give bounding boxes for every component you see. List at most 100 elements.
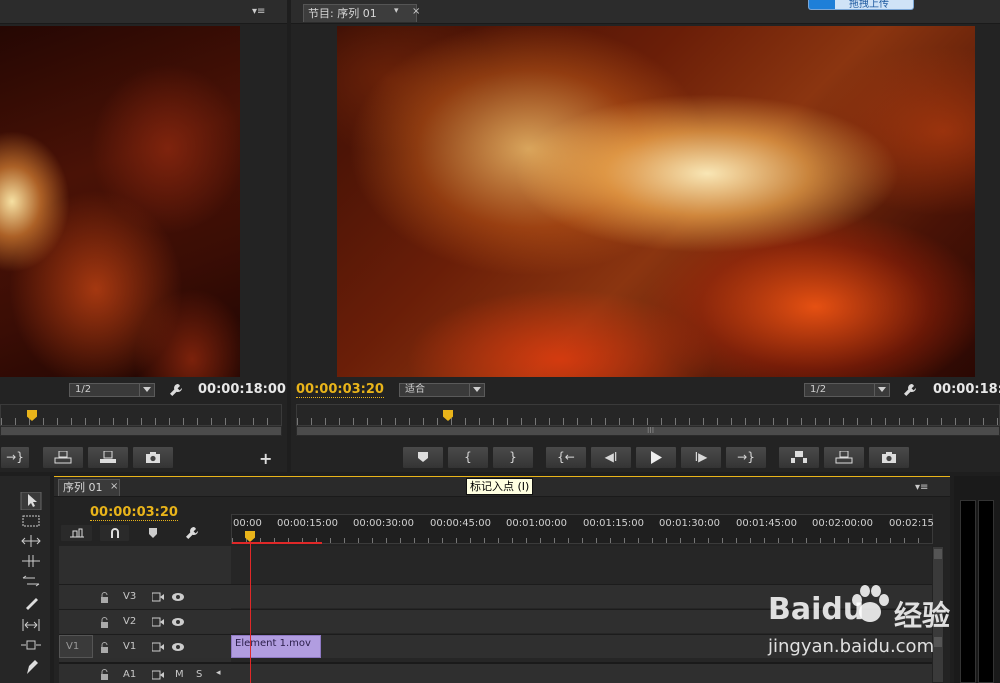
mark-in-tooltip: 标记入点 (I) xyxy=(466,478,534,495)
marker-icon xyxy=(418,452,428,462)
ruler-label: 00:01:00:00 xyxy=(506,518,568,529)
extract-button[interactable] xyxy=(823,446,865,469)
voiceover-icon[interactable]: ◂ xyxy=(216,668,221,678)
track-select-tool-icon[interactable] xyxy=(19,512,43,530)
ruler-label: 00:02:15 xyxy=(889,518,934,529)
eye-icon[interactable] xyxy=(171,592,185,602)
sync-lock-icon[interactable] xyxy=(152,642,164,652)
source-patch-v1: V1 xyxy=(66,641,80,652)
program-scrubber[interactable] xyxy=(296,404,1000,426)
tab-close-icon[interactable]: × xyxy=(110,481,118,492)
program-zoom-value: 1/2 xyxy=(810,384,827,395)
add-button-icon[interactable]: + xyxy=(259,449,272,468)
program-fit-value: 适合 xyxy=(405,384,425,395)
clip-element-1[interactable]: Element 1.mov xyxy=(231,635,321,658)
go-to-out-button[interactable]: →} xyxy=(0,446,30,469)
linked-selection-button[interactable] xyxy=(99,524,130,542)
tab-dropdown-icon[interactable]: ▾ xyxy=(394,6,399,16)
program-zoom-select[interactable]: 1/2 xyxy=(804,383,890,397)
selection-tool-icon[interactable] xyxy=(19,492,43,510)
lock-icon[interactable] xyxy=(100,617,109,628)
pen-tool-icon[interactable] xyxy=(19,658,43,676)
wrench-icon[interactable] xyxy=(185,526,199,540)
program-fit-select[interactable]: 适合 xyxy=(399,383,485,397)
camera-icon xyxy=(146,452,160,463)
source-video-frame xyxy=(0,26,240,377)
step-forward-button[interactable]: I▶ xyxy=(680,446,722,469)
lock-icon[interactable] xyxy=(100,669,109,680)
tab-close-icon[interactable]: × xyxy=(412,6,420,17)
source-zoom-select[interactable]: 1/2 xyxy=(69,383,155,397)
program-video-frame xyxy=(337,26,975,377)
tab-program-sequence[interactable]: 节目: 序列 01 xyxy=(303,4,417,22)
eye-icon[interactable] xyxy=(171,642,185,652)
source-scrubber[interactable] xyxy=(0,404,282,426)
lock-icon[interactable] xyxy=(100,642,109,653)
ruler-label: 00:01:30:00 xyxy=(659,518,721,529)
export-frame-button[interactable] xyxy=(868,446,910,469)
track-name-v1: V1 xyxy=(123,641,137,652)
sync-lock-icon[interactable] xyxy=(152,670,164,680)
panel-menu-icon[interactable]: ▾≡ xyxy=(915,482,928,493)
track-row-a1 xyxy=(59,662,932,683)
source-zoom-value: 1/2 xyxy=(75,384,92,395)
rate-stretch-tool-icon[interactable] xyxy=(19,572,43,590)
ripple-edit-tool-icon[interactable] xyxy=(19,532,43,550)
ruler-label: 00:01:45:00 xyxy=(736,518,798,529)
upload-badge[interactable]: 拖拽上传 xyxy=(808,0,914,10)
ruler-label: 00:00 xyxy=(233,518,262,529)
sync-lock-icon[interactable] xyxy=(152,592,164,602)
clip-name: Element 1.mov xyxy=(235,638,311,649)
nest-icon xyxy=(69,528,84,538)
rolling-edit-tool-icon[interactable] xyxy=(19,552,43,570)
ruler-label: 00:02:00:00 xyxy=(812,518,874,529)
go-to-out-button[interactable]: →} xyxy=(725,446,767,469)
play-button[interactable] xyxy=(635,446,677,469)
wrench-icon[interactable] xyxy=(169,383,183,397)
timeline-playhead-line[interactable] xyxy=(250,541,251,683)
watermark-brand-cn: 经验 xyxy=(894,599,951,632)
baidu-watermark: Baidu 经验 jingyan.baidu.com xyxy=(768,585,998,662)
step-back-button[interactable]: ◀I xyxy=(590,446,632,469)
razor-tool-icon[interactable] xyxy=(19,594,43,612)
solo-button-a1[interactable]: S xyxy=(196,669,202,680)
play-icon xyxy=(651,451,662,464)
wrench-icon[interactable] xyxy=(903,383,917,397)
source-scrollbar[interactable] xyxy=(0,426,282,436)
program-monitor-panel: 节目: 序列 01 ▾ × 00:00:03:20 适合 1/2 00:00:1… xyxy=(291,0,1000,472)
ruler-label: 00:00:30:00 xyxy=(353,518,415,529)
program-current-timecode[interactable]: 00:00:03:20 xyxy=(296,382,384,398)
lift-icon xyxy=(791,451,807,463)
go-to-in-button[interactable]: {← xyxy=(545,446,587,469)
program-scrollbar[interactable]: III xyxy=(296,426,1000,436)
mute-button-a1[interactable]: M xyxy=(175,669,184,680)
sync-lock-icon[interactable] xyxy=(152,617,164,627)
export-frame-button[interactable] xyxy=(132,446,174,469)
snap-toggle-button[interactable] xyxy=(60,524,93,542)
add-marker-icon[interactable] xyxy=(148,528,158,539)
extract-icon xyxy=(835,451,853,464)
lift-button[interactable] xyxy=(778,446,820,469)
track-name-a1: A1 xyxy=(123,669,137,680)
insert-button[interactable] xyxy=(42,446,84,469)
slip-tool-icon[interactable] xyxy=(19,616,43,634)
source-monitor-tabbar xyxy=(0,0,287,24)
panel-menu-icon[interactable]: ▾≡ xyxy=(252,6,270,17)
slide-tool-icon[interactable] xyxy=(19,636,43,654)
mark-out-button[interactable]: } xyxy=(492,446,534,469)
add-marker-button[interactable] xyxy=(402,446,444,469)
tools-panel xyxy=(0,476,50,683)
timeline-timecode[interactable]: 00:00:03:20 xyxy=(90,505,178,521)
camera-icon xyxy=(882,452,896,463)
eye-icon[interactable] xyxy=(171,617,185,627)
track-name-v3: V3 xyxy=(123,591,137,602)
ruler-label: 00:00:15:00 xyxy=(277,518,339,529)
paw-icon xyxy=(852,585,889,622)
upload-badge-icon xyxy=(809,0,835,9)
overwrite-icon xyxy=(100,451,116,463)
overwrite-button[interactable] xyxy=(87,446,129,469)
mark-in-button[interactable]: { xyxy=(447,446,489,469)
lock-icon[interactable] xyxy=(100,592,109,603)
work-area-bar[interactable] xyxy=(232,542,322,544)
tab-timeline-label: 序列 01 xyxy=(63,481,103,494)
